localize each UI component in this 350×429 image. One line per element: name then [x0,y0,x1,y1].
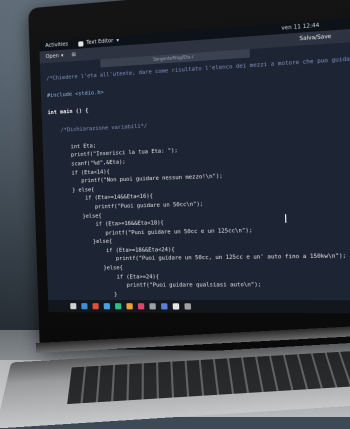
keyboard-keys [67,351,350,404]
code-line: } [54,290,350,299]
laptop-display: Activities Text Editor ▾ ven 11 12:44 Op… [39,16,350,314]
settings-icon[interactable] [149,303,156,309]
music-icon[interactable] [115,303,121,309]
application-dock [48,300,350,313]
code-editor-area[interactable]: /*Chiedere l'eta all'utente, dare come r… [46,54,350,314]
open-button-label: Open [46,53,59,60]
mail-icon[interactable] [104,303,110,309]
system-clock[interactable]: ven 11 12:44 [281,23,319,32]
new-tab-icon[interactable]: ⊞ [71,52,75,58]
chevron-down-icon: ▾ [61,53,64,59]
trash-icon[interactable] [184,303,191,309]
open-button[interactable]: Open ▾ [46,53,64,60]
laptop-screen-bezel: Activities Text Editor ▾ ven 11 12:44 Op… [28,0,350,353]
browser-icon[interactable] [92,303,98,309]
editor-icon[interactable] [161,303,168,309]
calendar-icon[interactable] [173,303,180,309]
photos-icon[interactable] [126,303,132,309]
store-icon[interactable] [138,303,145,309]
app-menu-label: Text Editor [86,38,113,46]
terminal-icon[interactable] [70,303,76,309]
text-editor-icon [78,41,83,46]
activities-button[interactable]: Activities [45,41,68,49]
save-button[interactable]: Salva/Save [299,34,331,43]
chevron-down-icon: ▾ [116,38,119,44]
files-icon[interactable] [81,303,87,309]
